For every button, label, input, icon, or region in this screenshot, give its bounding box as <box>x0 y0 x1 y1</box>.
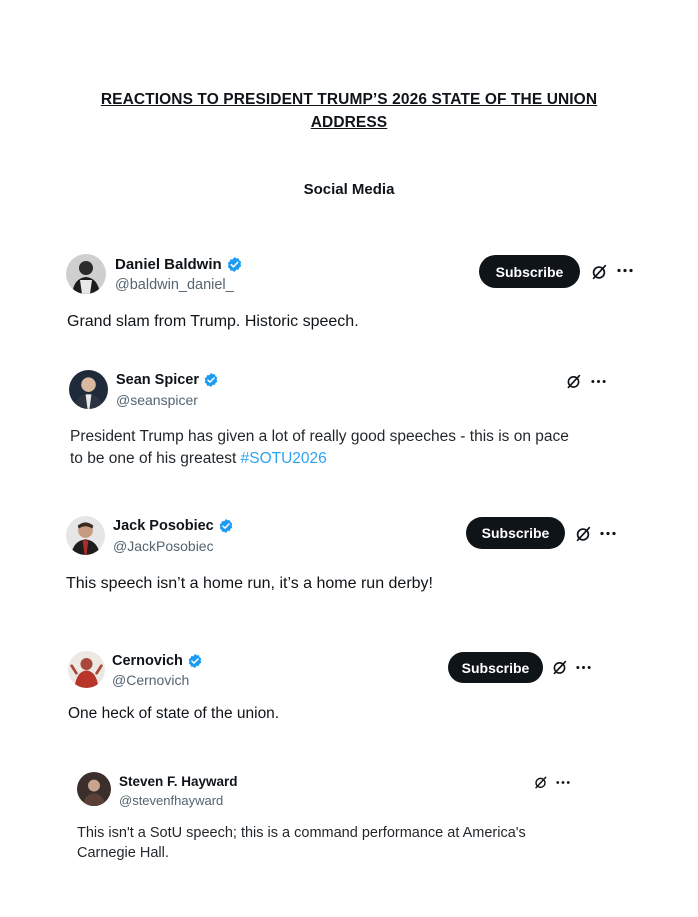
avatar[interactable] <box>77 772 111 806</box>
post-text: This isn't a SotU speech; this is a comm… <box>77 823 597 863</box>
verified-badge-icon <box>203 372 219 388</box>
avatar[interactable] <box>68 651 105 688</box>
document-title-line-2: ADDRESS <box>310 114 388 131</box>
author-name[interactable]: Cernovich <box>112 653 183 669</box>
author-handle[interactable]: @Cernovich <box>112 672 189 688</box>
author-name[interactable]: Jack Posobiec <box>113 518 214 534</box>
avatar[interactable] <box>66 516 105 555</box>
author-handle[interactable]: @baldwin_daniel_ <box>115 277 234 293</box>
more-options-icon[interactable] <box>591 379 606 384</box>
post-text: Grand slam from Trump. Historic speech. <box>67 313 359 330</box>
author-handle[interactable]: @stevenfhayward <box>119 793 223 808</box>
avatar[interactable] <box>66 254 106 294</box>
verified-badge-icon <box>187 653 203 669</box>
post-text-line-2: Carnegie Hall. <box>77 845 169 861</box>
author-handle[interactable]: @JackPosobiec <box>113 538 214 554</box>
post-jack-posobiec: Jack Posobiec @JackPosobiec Subscribe Th… <box>66 516 626 596</box>
post-text-line-2: to be one of his greatest <box>70 450 241 467</box>
verified-badge-icon <box>226 256 243 273</box>
post-text: One heck of state of the union. <box>68 705 280 722</box>
author-name[interactable]: Sean Spicer <box>116 372 199 388</box>
post-sean-spicer: Sean Spicer @seanspicer President Trump … <box>69 370 629 470</box>
more-options-icon[interactable] <box>576 665 591 670</box>
post-cernovich: Cernovich @Cernovich Subscribe One heck … <box>68 651 628 731</box>
author-handle[interactable]: @seanspicer <box>116 392 198 408</box>
avatar[interactable] <box>69 370 108 409</box>
subscribe-button[interactable]: Subscribe <box>466 517 565 549</box>
author-name[interactable]: Daniel Baldwin <box>115 256 222 273</box>
post-text-line-1: President Trump has given a lot of reall… <box>70 428 569 445</box>
subscribe-button[interactable]: Subscribe <box>448 652 543 683</box>
subscribe-button[interactable]: Subscribe <box>479 255 580 288</box>
document-title: REACTIONS TO PRESIDENT TRUMP’S 2026 STAT… <box>0 88 698 134</box>
author-name[interactable]: Steven F. Hayward <box>119 774 238 789</box>
post-text: This speech isn’t a home run, it’s a hom… <box>66 575 433 592</box>
grok-icon[interactable] <box>565 373 582 390</box>
document-title-line-1: REACTIONS TO PRESIDENT TRUMP’S 2026 STAT… <box>100 91 598 108</box>
section-heading: Social Media <box>303 181 395 198</box>
crescent-flag-icon <box>240 519 250 533</box>
more-options-icon[interactable] <box>617 268 633 273</box>
more-options-icon[interactable] <box>600 531 616 536</box>
grok-icon[interactable] <box>574 525 592 543</box>
grok-icon[interactable] <box>590 263 608 281</box>
post-text: President Trump has given a lot of reall… <box>70 426 630 470</box>
hashtag-link[interactable]: #SOTU2026 <box>241 450 327 467</box>
grok-icon[interactable] <box>551 659 568 676</box>
post-steven-hayward: Steven F. Hayward @stevenfhayward This i… <box>77 772 597 872</box>
verified-badge-icon <box>218 518 234 534</box>
more-options-icon[interactable] <box>556 780 570 785</box>
post-text-line-1: This isn't a SotU speech; this is a comm… <box>77 825 526 841</box>
post-daniel-baldwin: Daniel Baldwin @baldwin_daniel_ Subscrib… <box>66 254 646 334</box>
grok-icon[interactable] <box>533 775 548 790</box>
